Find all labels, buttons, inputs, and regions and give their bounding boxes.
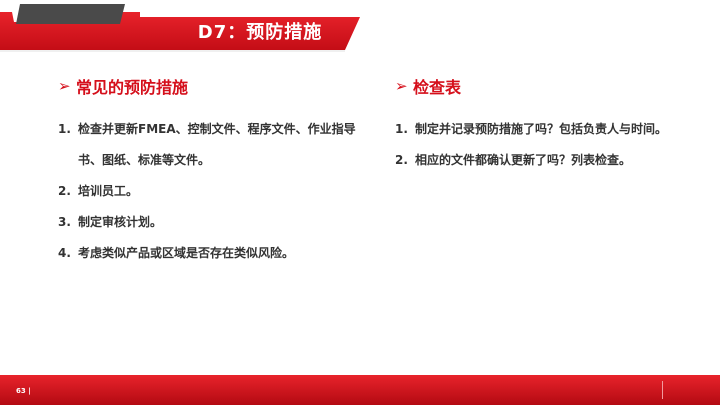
header-banner <box>0 4 360 52</box>
item-number: 1. <box>395 122 408 136</box>
common-preventive-measures-section: ➢ 常见的预防措施 1. 检查并更新FMEA、控制文件、程序文件、作业指导书、图… <box>58 72 358 269</box>
list-item: 1. 检查并更新FMEA、控制文件、程序文件、作业指导书、图纸、标准等文件。 <box>58 114 358 176</box>
footer-banner <box>0 375 720 405</box>
item-number: 2. <box>58 184 71 198</box>
section-heading-text: 常见的预防措施 <box>76 78 189 97</box>
list-item: 1. 制定并记录预防措施了吗？包括负责人与时间。 <box>395 114 695 145</box>
item-number: 2. <box>395 153 408 167</box>
page-title: D7：预防措施 <box>197 22 323 43</box>
item-text: 制定并记录预防措施了吗？包括负责人与时间。 <box>415 122 668 136</box>
checklist-section: ➢ 检查表 1. 制定并记录预防措施了吗？包括负责人与时间。 2. 相应的文件都… <box>395 72 695 176</box>
list-item: 2. 培训员工。 <box>58 176 358 207</box>
checklist: 1. 制定并记录预防措施了吗？包括负责人与时间。 2. 相应的文件都确认更新了吗… <box>395 114 695 176</box>
list-item: 3. 制定审核计划。 <box>58 207 358 238</box>
list-item: 2. 相应的文件都确认更新了吗？列表检查。 <box>395 145 695 176</box>
item-number: 3. <box>58 215 71 229</box>
section-heading-text: 检查表 <box>413 78 462 97</box>
item-number: 4. <box>58 246 71 260</box>
arrow-bullet-icon: ➢ <box>395 77 408 95</box>
item-text: 检查并更新FMEA、控制文件、程序文件、作业指导书、图纸、标准等文件。 <box>78 122 356 167</box>
item-text: 相应的文件都确认更新了吗？列表检查。 <box>415 153 632 167</box>
item-text: 制定审核计划。 <box>78 215 163 229</box>
item-number: 1. <box>58 122 71 136</box>
item-text: 培训员工。 <box>78 184 139 198</box>
list-item: 4. 考虑类似产品或区域是否存在类似风险。 <box>58 238 358 269</box>
page-number: 63 | <box>16 387 31 395</box>
section-heading: ➢ 检查表 <box>395 72 695 100</box>
item-text: 考虑类似产品或区域是否存在类似风险。 <box>78 246 295 260</box>
arrow-bullet-icon: ➢ <box>58 77 71 95</box>
measures-list: 1. 检查并更新FMEA、控制文件、程序文件、作业指导书、图纸、标准等文件。 2… <box>58 114 358 269</box>
section-heading: ➢ 常见的预防措施 <box>58 72 358 100</box>
